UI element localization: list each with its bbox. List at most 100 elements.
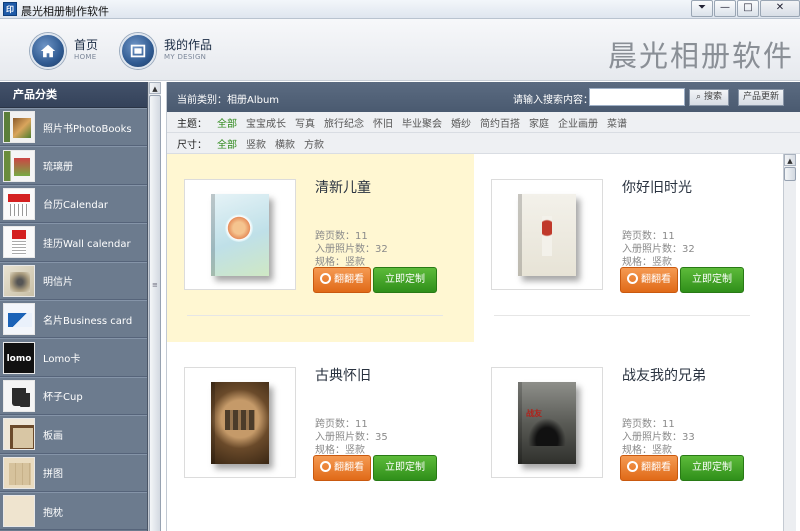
size-option[interactable]: 竖款	[246, 136, 266, 151]
customize-button[interactable]: 立即定制	[680, 267, 744, 293]
sidebar-item-label: 照片书PhotoBooks	[43, 123, 132, 135]
search-icon: ⌕	[696, 92, 702, 102]
sidebar-item-label: 明信片	[43, 277, 73, 289]
album-cover-image[interactable]: 战友	[491, 367, 603, 478]
theme-option[interactable]: 旅行纪念	[324, 115, 364, 130]
home-icon	[30, 33, 66, 69]
theme-option[interactable]: 宝宝成长	[246, 115, 286, 130]
product-card[interactable]: 战友 战友我的兄弟 跨页数：11 入册照片数：33 规格：竖款 翻翻看 立即定制	[474, 342, 781, 530]
business-card-thumbnail	[3, 303, 35, 336]
gallery-icon	[120, 33, 156, 69]
size-option[interactable]: 横款	[275, 136, 295, 151]
sidebar-scroll-thumb[interactable]: ≡	[149, 95, 161, 531]
search-button[interactable]: ⌕ 搜索	[689, 89, 729, 106]
maximize-button[interactable]: □	[737, 0, 759, 17]
album-cover-image[interactable]	[184, 367, 296, 478]
sidebar-item-label: 琉璃册	[43, 162, 73, 174]
cup-thumbnail	[3, 379, 35, 412]
preview-button[interactable]: 翻翻看	[313, 267, 371, 293]
product-card[interactable]: 你好旧时光 跨页数：11 入册照片数：32 规格：竖款 翻翻看 立即定制	[474, 154, 781, 342]
theme-option[interactable]: 怀旧	[373, 115, 393, 130]
customize-button[interactable]: 立即定制	[373, 267, 437, 293]
menu-dropdown-button[interactable]: ⏷	[691, 0, 713, 17]
preview-button[interactable]: 翻翻看	[620, 267, 678, 293]
book-mockup	[211, 193, 269, 276]
album-cover-image[interactable]	[491, 179, 603, 290]
search-button-label: 搜索	[703, 92, 722, 102]
size-option[interactable]: 全部	[217, 136, 237, 151]
sidebar-item-photobooks[interactable]: 照片书PhotoBooks	[0, 108, 147, 147]
sidebar-item-label: 抱枕	[43, 507, 63, 519]
grip-icon: ≡	[152, 281, 158, 289]
sidebar-item-calendar[interactable]: 台历Calendar	[0, 184, 147, 224]
preview-button[interactable]: 翻翻看	[313, 455, 371, 481]
cover-title: 战友	[526, 408, 542, 418]
content-scrollbar[interactable]: ▲	[783, 154, 796, 531]
search-input[interactable]	[589, 88, 685, 106]
nav-my-design[interactable]: 我的作品 MY DESIGN	[120, 31, 212, 71]
size-option[interactable]: 方款	[304, 136, 324, 151]
product-title: 战友我的兄弟	[622, 368, 706, 384]
theme-option[interactable]: 家庭	[529, 115, 549, 130]
sidebar-scrollbar[interactable]: ▲ ≡	[148, 82, 161, 531]
product-title: 清新儿童	[315, 180, 371, 196]
album-cover-image[interactable]	[184, 179, 296, 290]
size-filter: 尺寸： 全部 竖款 横款 方款	[167, 133, 800, 154]
magnifier-icon	[627, 273, 638, 284]
sidebar-item-wall-calendar[interactable]: 挂历Wall calendar	[0, 223, 147, 262]
content-scroll-thumb[interactable]	[784, 167, 796, 181]
magnifier-icon	[320, 461, 331, 472]
theme-option[interactable]: 菜谱	[607, 115, 627, 130]
theme-option[interactable]: 毕业聚会	[402, 115, 442, 130]
nav-my-design-label: 我的作品	[164, 38, 213, 52]
product-card[interactable]: 古典怀旧 跨页数：11 入册照片数：35 规格：竖款 翻翻看 立即定制	[167, 342, 474, 530]
sidebar-item-label: 台历Calendar	[43, 200, 108, 212]
preview-label: 翻翻看	[641, 274, 671, 285]
sidebar-item-puzzle[interactable]: 拼图	[0, 453, 147, 492]
scroll-up-arrow-icon[interactable]: ▲	[149, 82, 161, 94]
theme-option[interactable]: 婚纱	[451, 115, 471, 130]
customize-button[interactable]: 立即定制	[373, 455, 437, 481]
sidebar-item-pillow[interactable]: 抱枕	[0, 491, 147, 531]
minimize-button[interactable]: —	[714, 0, 736, 17]
main-content: 当前类别：相册Album 请输入搜索内容： ⌕ 搜索 产品更新 主题： 全部 宝…	[166, 82, 800, 531]
photobook-thumbnail	[3, 111, 35, 144]
divider	[187, 315, 443, 316]
window-title: 晨光相册制作软件	[21, 5, 109, 18]
preview-button[interactable]: 翻翻看	[620, 455, 678, 481]
sidebar-item-glass-album[interactable]: 琉璃册	[0, 146, 147, 185]
scroll-up-arrow-icon[interactable]: ▲	[784, 154, 796, 166]
size-filter-label: 尺寸：	[177, 139, 207, 151]
preview-label: 翻翻看	[641, 462, 671, 473]
theme-option[interactable]: 企业画册	[558, 115, 598, 130]
sidebar-item-cup[interactable]: 杯子Cup	[0, 376, 147, 416]
product-update-button[interactable]: 产品更新	[738, 89, 784, 106]
close-button[interactable]: ✕	[760, 0, 800, 17]
sidebar-item-label: 板画	[43, 430, 63, 442]
nav-home[interactable]: 首页 HOME	[30, 31, 98, 71]
puzzle-thumbnail	[3, 456, 35, 489]
product-card[interactable]: 清新儿童 跨页数：11 入册照片数：32 规格：竖款 翻翻看 立即定制	[167, 154, 474, 342]
theme-option[interactable]: 全部	[217, 115, 237, 130]
category-sidebar: 产品分类 照片书PhotoBooks 琉璃册 台历Calendar 挂历Wall…	[0, 82, 148, 531]
book-mockup	[518, 193, 576, 276]
sidebar-item-board-painting[interactable]: 板画	[0, 415, 147, 454]
sidebar-item-postcard[interactable]: 明信片	[0, 261, 147, 300]
theme-option[interactable]: 写真	[295, 115, 315, 130]
product-title: 古典怀旧	[315, 368, 371, 384]
app-icon: 印	[3, 2, 17, 16]
nav-home-label: 首页	[74, 38, 99, 52]
customize-button[interactable]: 立即定制	[680, 455, 744, 481]
search-label: 请输入搜索内容：	[513, 95, 593, 106]
sidebar-item-business-card[interactable]: 名片Business card	[0, 299, 147, 339]
theme-option[interactable]: 简约百搭	[480, 115, 520, 130]
sidebar-item-lomo[interactable]: lomo Lomo卡	[0, 338, 147, 377]
glass-album-thumbnail	[3, 149, 35, 182]
wall-calendar-thumbnail	[3, 226, 35, 259]
book-mockup: 战友	[518, 381, 576, 464]
divider	[494, 315, 750, 316]
app-header: 首页 HOME 我的作品 MY DESIGN 晨光相册软件	[0, 19, 800, 81]
product-spec: 规格：竖款	[622, 445, 672, 456]
book-mockup	[211, 381, 269, 464]
lomo-thumbnail: lomo	[3, 341, 35, 374]
